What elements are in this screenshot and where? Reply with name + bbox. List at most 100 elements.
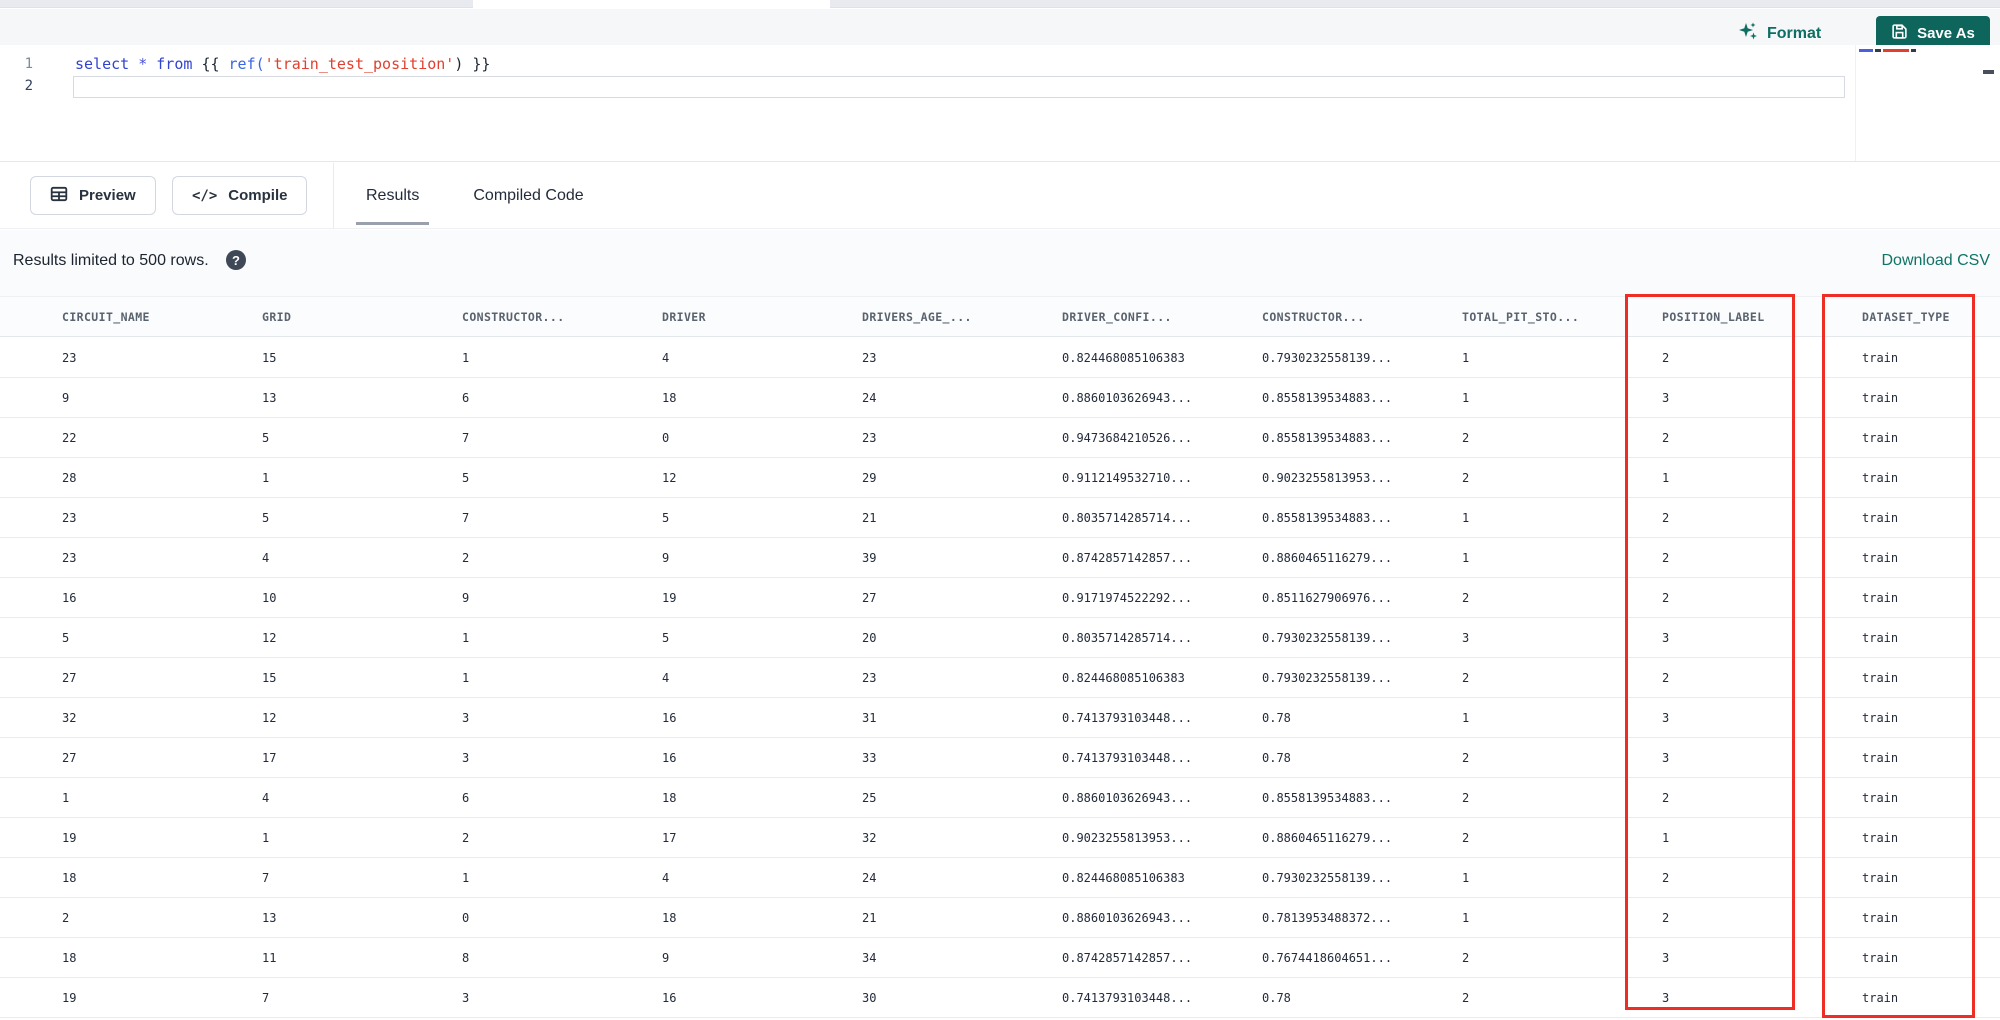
table-cell: 1: [1462, 390, 1470, 405]
vertical-divider: [333, 163, 334, 229]
compile-button[interactable]: </> Compile: [172, 176, 308, 215]
table-row: 18 11 8 9 34 0.8742857142857... 0.767441860465…: [0, 938, 2000, 978]
table-cell: 2: [1462, 430, 1470, 445]
download-csv-link[interactable]: Download CSV: [1882, 252, 1991, 270]
table-cell: 5: [462, 470, 470, 485]
table-cell: 0.9023255813953...: [1062, 830, 1193, 845]
table-cell: 23: [862, 430, 877, 445]
dbt-ide-screen: Format Save As 1 2 select * from {{ ref(…: [0, 0, 2000, 1020]
table-cell: 1: [1662, 830, 1670, 845]
table-row: 16 10 9 19 27 0.9171974522292... 0.85116279069…: [0, 578, 2000, 618]
table-cell: 13: [262, 390, 277, 405]
editor-minimap[interactable]: [1855, 45, 1967, 161]
table-cell: 0.78: [1262, 750, 1291, 765]
table-cell: 12: [262, 630, 277, 645]
table-row: 23 15 1 4 23 0.824468085106383 0.7930232558139…: [0, 338, 2000, 378]
row-limit-note: Results limited to 500 rows.: [13, 252, 209, 269]
table-cell: train: [1862, 550, 1899, 565]
table-cell: 2: [1462, 750, 1470, 765]
table-cell: 1: [1462, 510, 1470, 525]
table-cell: train: [1862, 430, 1899, 445]
table-cell: train: [1862, 910, 1899, 925]
table-cell: 4: [662, 670, 670, 685]
table-row: 27 17 3 16 33 0.7413793103448... 0.78 2 3 train: [0, 738, 2000, 778]
table-cell: 21: [862, 510, 877, 525]
table-cell: 10: [262, 590, 277, 605]
table-cell: 0.824468085106383: [1062, 670, 1185, 685]
table-cell: 17: [262, 750, 277, 765]
floppy-disk-icon: [1891, 23, 1908, 44]
tab-compiled-code[interactable]: Compiled Code: [467, 163, 589, 229]
table-cell: 2: [1462, 950, 1470, 965]
table-cell: 28: [62, 470, 77, 485]
table-cell: train: [1862, 470, 1899, 485]
table-row: 28 1 5 12 29 0.9112149532710... 0.902325581395…: [0, 458, 2000, 498]
table-cell: 0.824468085106383: [1062, 350, 1185, 365]
table-cell: 27: [62, 750, 77, 765]
table-cell: train: [1862, 390, 1899, 405]
table-cell: 7: [262, 990, 270, 1005]
table-cell: 2: [1462, 990, 1470, 1005]
table-cell: 7: [462, 510, 470, 525]
table-cell: 3: [1462, 630, 1470, 645]
table-cell: 6: [462, 790, 470, 805]
table-cell: 32: [862, 830, 877, 845]
table-cell: 0.8860465116279...: [1262, 830, 1393, 845]
table-cell: 31: [862, 710, 877, 725]
table-row: 32 12 3 16 31 0.7413793103448... 0.78 1 3 train: [0, 698, 2000, 738]
table-cell: 18: [62, 870, 77, 885]
tab-results[interactable]: Results: [355, 163, 430, 229]
table-cell: 1: [1462, 710, 1470, 725]
preview-button[interactable]: Preview: [30, 176, 156, 215]
column-header: DRIVERS_AGE_...: [862, 309, 972, 324]
table-cell: 3: [1662, 950, 1670, 965]
table-cell: train: [1862, 670, 1899, 685]
table-cell: 3: [462, 750, 470, 765]
table-cell: 12: [262, 710, 277, 725]
table-cell: 23: [62, 550, 77, 565]
table-cell: train: [1862, 710, 1899, 725]
table-row: 9 13 6 18 24 0.8860103626943... 0.855813953488…: [0, 378, 2000, 418]
table-cell: train: [1862, 750, 1899, 765]
table-cell: 2: [1662, 350, 1670, 365]
table-cell: 16: [662, 710, 677, 725]
code-line-1: select * from {{ ref('train_test_positio…: [75, 55, 491, 73]
table-cell: 19: [62, 830, 77, 845]
table-cell: 2: [1462, 790, 1470, 805]
table-cell: 0.9023255813953...: [1262, 470, 1393, 485]
table-cell: train: [1862, 350, 1899, 365]
table-cell: 19: [62, 990, 77, 1005]
table-cell: 1: [1462, 350, 1470, 365]
code-brackets-icon: </>: [192, 187, 218, 204]
table-cell: 0.8511627906976...: [1262, 590, 1393, 605]
format-button[interactable]: Format: [1738, 21, 1821, 46]
help-icon[interactable]: ?: [226, 250, 246, 270]
table-cell: 0.7930232558139...: [1262, 870, 1393, 885]
table-cell: 0.8035714285714...: [1062, 630, 1193, 645]
table-cell: train: [1862, 510, 1899, 525]
table-cell: 23: [62, 510, 77, 525]
sql-editor[interactable]: 1 2 select * from {{ ref('train_test_pos…: [0, 45, 2000, 162]
table-cell: 15: [262, 350, 277, 365]
table-cell: 0.7813953488372...: [1262, 910, 1393, 925]
table-cell: 1: [262, 470, 270, 485]
table-cell: 4: [262, 550, 270, 565]
table-cell: 2: [62, 910, 70, 925]
table-cell: 18: [662, 390, 677, 405]
table-cell: 6: [462, 390, 470, 405]
table-cell: train: [1862, 590, 1899, 605]
table-row: 27 15 1 4 23 0.824468085106383 0.7930232558139…: [0, 658, 2000, 698]
table-cell: 16: [62, 590, 77, 605]
table-cell: 0.78: [1262, 710, 1291, 725]
table-cell: 2: [1662, 590, 1670, 605]
table-cell: 7: [262, 870, 270, 885]
overview-ruler-mark: [1983, 70, 1994, 74]
action-bar: Preview </> Compile Results Compiled Code: [0, 163, 2000, 229]
format-label: Format: [1767, 24, 1822, 42]
compile-label: Compile: [228, 187, 288, 204]
table-cell: 21: [862, 910, 877, 925]
table-cell: train: [1862, 630, 1899, 645]
table-cell: 11: [262, 950, 277, 965]
table-cell: 1: [1462, 550, 1470, 565]
table-cell: 3: [1662, 750, 1670, 765]
